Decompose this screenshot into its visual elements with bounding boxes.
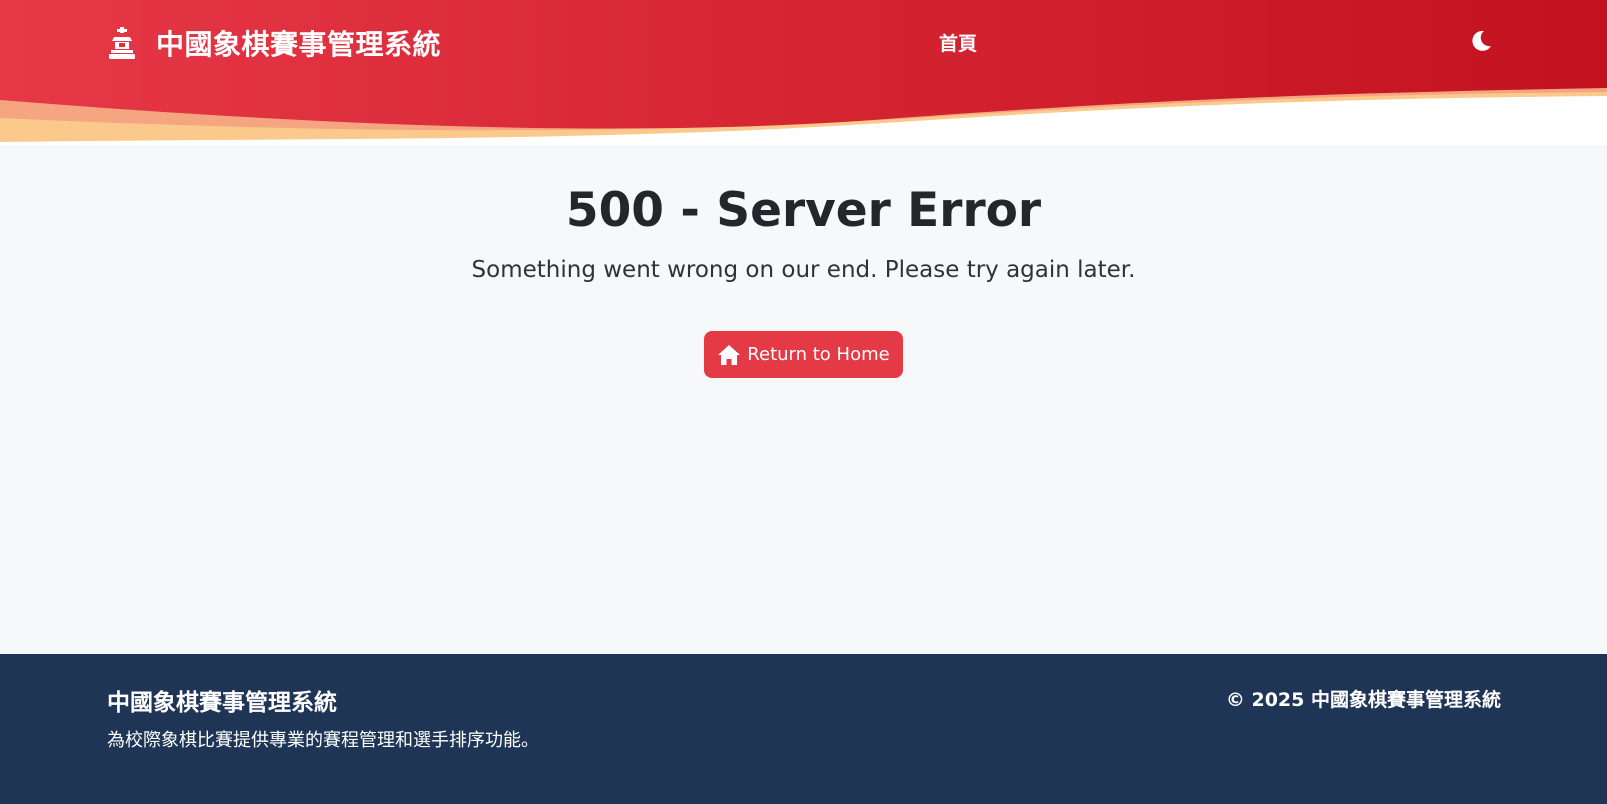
error-message: Something went wrong on our end. Please … <box>471 257 1136 283</box>
chess-piece-icon <box>108 27 136 59</box>
site-footer: 中國象棋賽事管理系統 為校際象棋比賽提供專業的賽程管理和選手排序功能。 © 20… <box>0 654 1607 804</box>
footer-copyright: © 2025 中國象棋賽事管理系統 <box>1225 689 1501 711</box>
footer-title: 中國象棋賽事管理系統 <box>107 690 337 716</box>
main-content: 500 - Server Error Something went wrong … <box>0 145 1607 654</box>
home-icon <box>717 344 741 366</box>
return-home-button[interactable]: Return to Home <box>704 331 903 378</box>
moon-icon <box>1469 29 1493 57</box>
theme-toggle-button[interactable] <box>1466 28 1496 58</box>
return-home-label: Return to Home <box>747 344 890 365</box>
site-header: 中國象棋賽事管理系統 首頁 <box>0 0 1607 145</box>
nav-link-home[interactable]: 首頁 <box>939 29 977 56</box>
footer-description: 為校際象棋比賽提供專業的賽程管理和選手排序功能。 <box>107 730 539 751</box>
brand-link[interactable]: 中國象棋賽事管理系統 <box>108 22 441 64</box>
brand-title: 中國象棋賽事管理系統 <box>156 28 442 61</box>
error-title: 500 - Server Error <box>565 183 1042 238</box>
